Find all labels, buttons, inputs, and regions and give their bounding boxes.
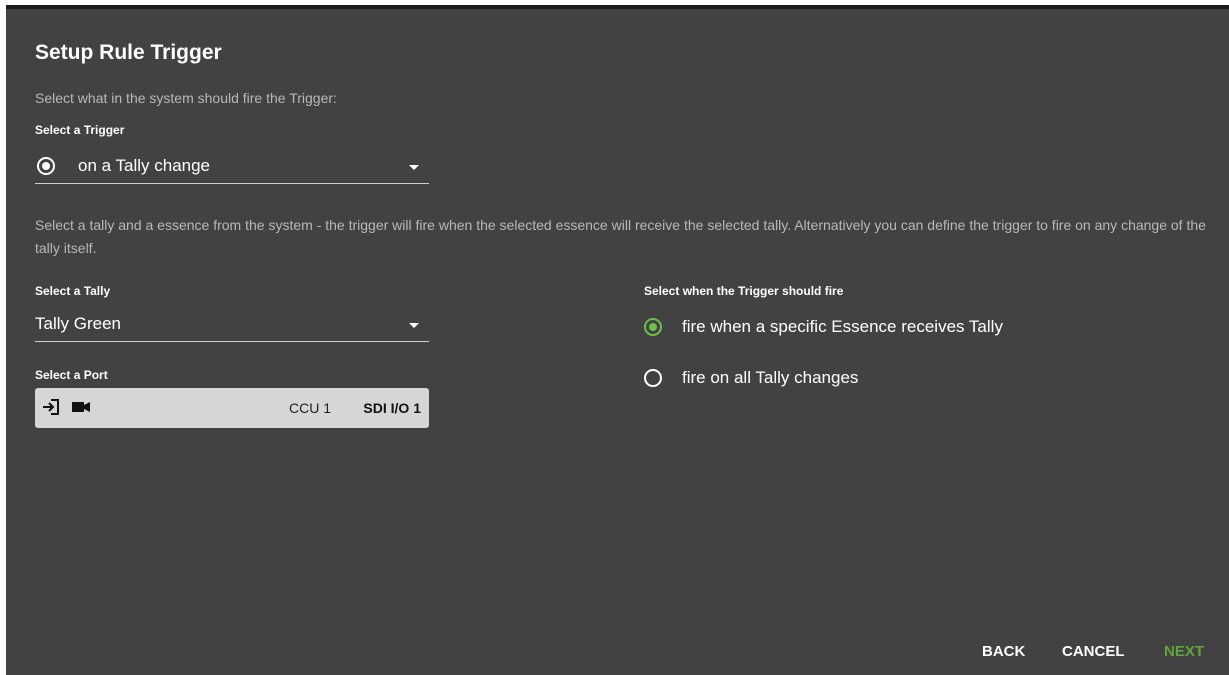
port-chip[interactable]: CCU 1 SDI I/O 1 [35, 388, 429, 428]
fire-mode-option-label: fire when a specific Essence receives Ta… [682, 317, 1003, 336]
dialog-title: Setup Rule Trigger [35, 41, 222, 64]
trigger-select[interactable]: on a Tally change [35, 148, 429, 184]
camera-icon [72, 402, 90, 412]
radio-checked-icon[interactable] [644, 318, 662, 336]
back-button[interactable]: BACK [982, 643, 1025, 660]
input-icon [43, 399, 59, 415]
radio-unchecked-icon[interactable] [644, 369, 662, 387]
tally-select-label: Select a Tally [35, 284, 111, 298]
trigger-description: Select a tally and a essence from the sy… [35, 217, 1206, 256]
chevron-down-icon [409, 165, 419, 170]
tally-select-value: Tally Green [35, 314, 121, 333]
port-device: CCU 1 [288, 400, 331, 416]
port-select-label: Select a Port [35, 368, 108, 382]
chevron-down-icon [409, 323, 419, 328]
trigger-select-value: on a Tally change [78, 156, 211, 175]
port-io: SDI I/O 1 [363, 400, 421, 416]
next-button[interactable]: NEXT [1164, 643, 1204, 660]
dialog-top-border [6, 5, 1229, 9]
dialog-subtitle: Select what in the system should fire th… [35, 90, 337, 106]
trigger-select-label: Select a Trigger [35, 123, 125, 137]
setup-rule-trigger-dialog: Setup Rule Trigger Select what in the sy… [6, 5, 1229, 675]
fire-mode-option-label: fire on all Tally changes [682, 368, 859, 387]
fire-mode-label: Select when the Trigger should fire [644, 284, 844, 298]
tally-select[interactable]: Tally Green [35, 306, 429, 342]
radio-target-icon [37, 157, 55, 175]
cancel-button[interactable]: CANCEL [1062, 643, 1125, 660]
